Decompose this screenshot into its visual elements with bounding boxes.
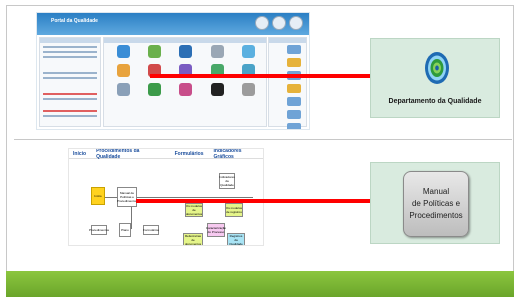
arrow-to-quality-dept (150, 74, 374, 78)
flow-box-g2[interactable]: Os modelos de registros (225, 203, 243, 217)
quality-department-tile[interactable]: Departamento da Qualidade (370, 38, 500, 118)
header-icon-group (255, 16, 303, 30)
menu-item-indicadores[interactable]: Indicadores Gráficos (214, 149, 263, 160)
dashboard-screenshot: Portal da Qualidade (36, 12, 310, 130)
arrow-to-manual (136, 199, 374, 203)
app-icon[interactable] (117, 45, 131, 58)
manual-line-3: Procedimentos (409, 211, 463, 220)
manual-line-1: Manual (422, 187, 450, 196)
flow-box-p2[interactable]: Plano (119, 223, 131, 237)
menu-item-procedimentos[interactable]: Procedimentos da Qualidade (96, 149, 165, 160)
left-panel (39, 37, 101, 127)
flowchart-menu: Início Procedimentos da Qualidade Formul… (69, 149, 263, 160)
app-icon[interactable] (210, 45, 224, 58)
flow-box-p1[interactable]: Procedimentos (89, 225, 109, 235)
menu-item-inicio[interactable]: Início (73, 151, 86, 157)
app-icon-grid (111, 45, 261, 96)
app-icon[interactable] (241, 83, 255, 96)
app-icon[interactable] (210, 83, 224, 96)
app-icon[interactable] (117, 64, 131, 77)
flow-box-manual[interactable]: Manual de Políticas e Procedimentos (117, 187, 137, 207)
right-shortcuts (287, 45, 303, 129)
help-icon (272, 16, 286, 30)
logout-icon (289, 16, 303, 30)
app-icon[interactable] (241, 45, 255, 58)
section-divider (14, 139, 512, 140)
flow-box-g1[interactable]: Os modelos de documentos (185, 203, 203, 217)
menu-item-formularios[interactable]: Formulários (175, 151, 204, 157)
footer-bar (6, 271, 514, 297)
app-icon[interactable] (179, 83, 193, 96)
flow-box-blue1[interactable]: Registros da Qualidade (227, 233, 245, 245)
flow-box-indicators[interactable]: Indicadores da Qualidade (219, 173, 235, 189)
flow-box-start[interactable]: Início (91, 187, 105, 205)
target-icon (425, 52, 449, 84)
dashboard-header: Portal da Qualidade (37, 13, 309, 35)
app-icon[interactable] (179, 45, 193, 58)
flow-box-p3[interactable]: Formulários (143, 225, 159, 235)
flow-box-g3[interactable]: Referências de documentos (183, 233, 203, 245)
policy-manual-tile[interactable]: Manual de Políticas e Procedimentos (370, 162, 500, 244)
policy-manual-button[interactable]: Manual de Políticas e Procedimentos (403, 171, 469, 237)
dashboard-title: Portal da Qualidade (51, 18, 98, 24)
manual-line-2: de Políticas e (411, 199, 461, 208)
quality-department-label: Departamento da Qualidade (388, 98, 482, 105)
flowchart-screenshot: Início Procedimentos da Qualidade Formul… (68, 148, 264, 246)
flow-box-pink1[interactable]: Caracterização do Processo (206, 223, 226, 237)
app-icon[interactable] (117, 83, 131, 96)
app-icon[interactable] (148, 45, 162, 58)
app-icon[interactable] (148, 83, 162, 96)
home-icon (255, 16, 269, 30)
